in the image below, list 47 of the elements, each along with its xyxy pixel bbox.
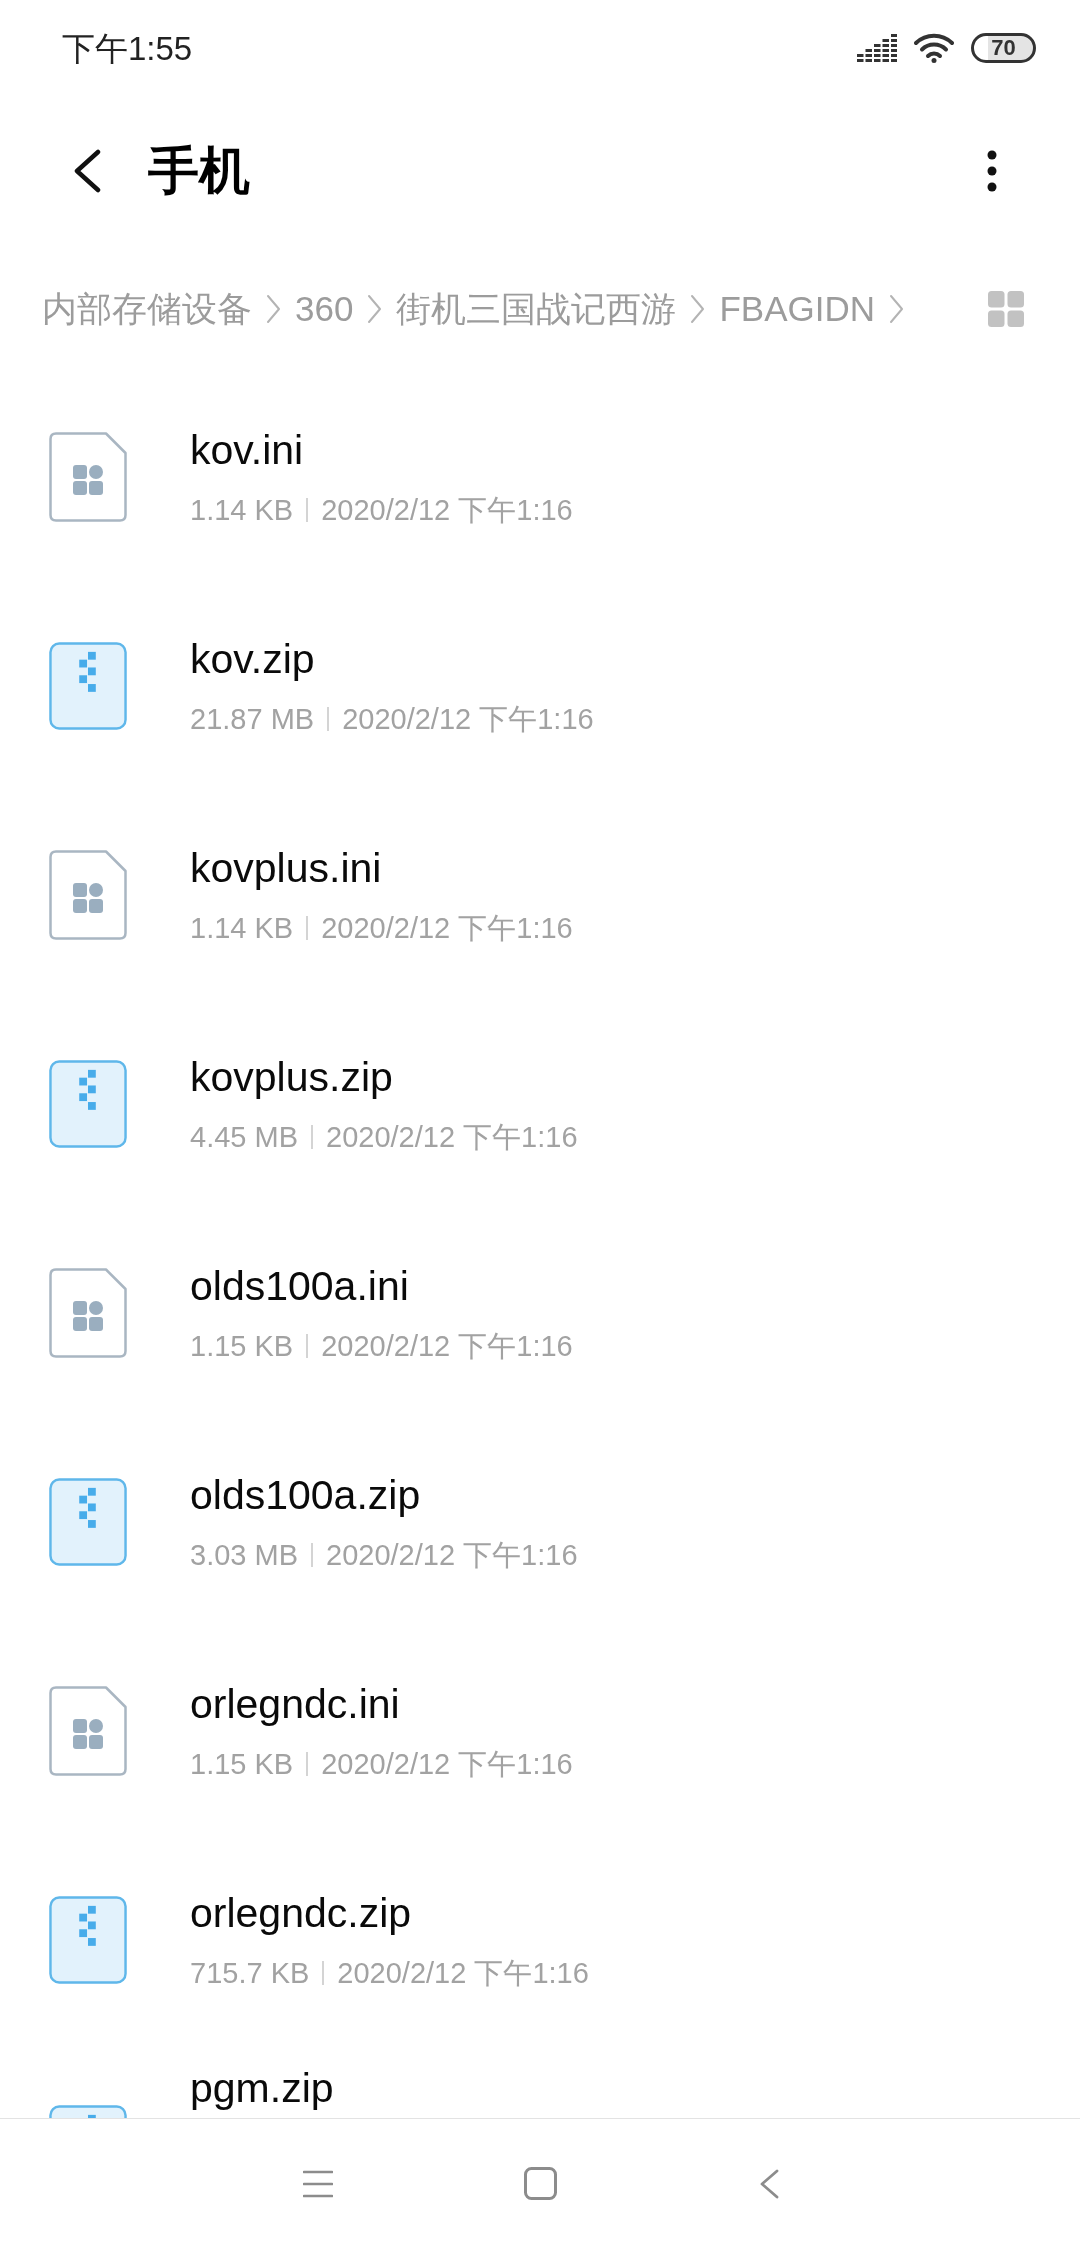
file-name[interactable]: kov.ini [190, 425, 573, 474]
file-date: 2020/2/12 下午1:16 [326, 1537, 578, 1573]
file-size: 1.15 KB [190, 1328, 294, 1364]
grid-view-icon[interactable] [988, 291, 1024, 327]
zipper-file-icon [49, 1894, 127, 1985]
zipper-file-icon [49, 640, 127, 731]
file-date: 2020/2/12 下午1:16 [326, 1119, 578, 1155]
file-size: 1.14 KB [190, 492, 294, 528]
wifi-icon [914, 33, 954, 63]
zipper-file-icon [49, 1476, 127, 1567]
file-name[interactable]: orlegndc.ini [190, 1679, 573, 1728]
file-name[interactable]: kovplus.zip [190, 1052, 578, 1101]
more-options-icon[interactable] [987, 150, 997, 192]
file-date: 2020/2/12 下午1:16 [321, 910, 573, 946]
file-name[interactable]: orlegndc.zip [190, 1888, 589, 1937]
file-date: 2020/2/12 下午1:16 [337, 1955, 589, 1991]
file-name[interactable]: olds100a.zip [190, 1470, 578, 1519]
back-icon[interactable] [72, 149, 102, 193]
document-icon [49, 431, 127, 522]
file-size: 21.87 MB [190, 701, 315, 737]
zipper-file-icon [49, 1058, 127, 1149]
file-date: 2020/2/12 下午1:16 [321, 1328, 573, 1364]
file-name[interactable]: kov.zip [190, 634, 594, 683]
file-date: 2020/2/12 下午1:16 [342, 701, 594, 737]
menu-icon[interactable] [303, 2169, 333, 2198]
file-size: 1.14 KB [190, 910, 294, 946]
document-icon [49, 1685, 127, 1776]
chevron-right-icon [367, 294, 383, 324]
chevron-right-icon [889, 294, 904, 324]
page-title: 手机 [148, 141, 250, 202]
battery-indicator: 70 [971, 33, 1036, 63]
status-time: 下午1:55 [62, 31, 193, 65]
document-icon [49, 849, 127, 940]
document-icon [49, 1267, 127, 1358]
file-size: 1.15 KB [190, 1746, 294, 1782]
file-size: 3.03 MB [190, 1537, 298, 1573]
file-date: 2020/2/12 下午1:16 [321, 1746, 573, 1782]
home-icon[interactable] [524, 2167, 557, 2200]
file-size: 4.45 MB [190, 1119, 298, 1155]
file-size: 715.7 KB [190, 1955, 310, 1991]
file-name[interactable]: kovplus.ini [190, 843, 573, 892]
file-name[interactable]: olds100a.ini [190, 1261, 573, 1310]
signal-icon [857, 34, 897, 62]
file-name[interactable]: pgm.zip [190, 2064, 334, 2112]
chevron-right-icon [266, 294, 281, 324]
file-date: 2020/2/12 下午1:16 [321, 492, 573, 528]
chevron-right-icon [690, 294, 706, 324]
